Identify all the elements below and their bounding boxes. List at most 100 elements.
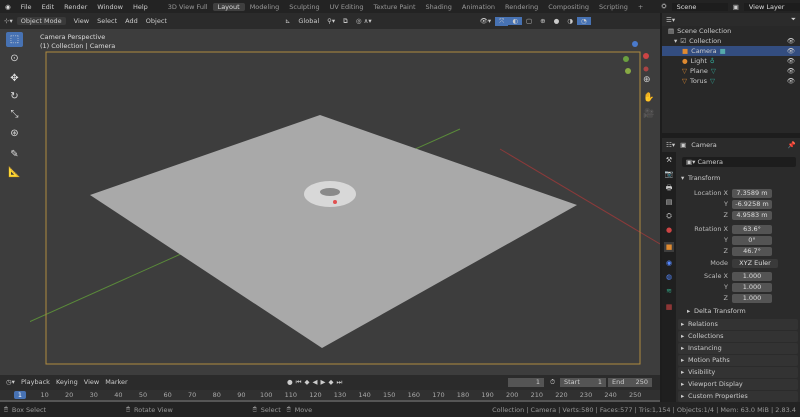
physics-tab-icon[interactable]: ◉ [664,258,674,268]
scene-field[interactable]: Scene [671,2,728,11]
current-frame-field[interactable]: 1 [508,378,544,387]
visibility-icon[interactable]: 👁▾ [476,17,496,25]
expand-icon[interactable]: ▾ [674,37,677,45]
keying-menu[interactable]: Keying [56,378,78,386]
prev-key-button[interactable]: ◆ [305,378,310,387]
pan-hand-icon[interactable]: ✋ [643,93,654,103]
scene-tab-icon[interactable]: ⛭ [664,211,674,221]
pin-icon[interactable]: 📌 [788,141,796,149]
start-frame-field[interactable]: Start 1 [560,378,606,387]
scale-tool-icon[interactable]: ⤡ [6,107,23,122]
annotate-tool-icon[interactable]: ✎ [6,147,23,162]
motion-paths-panel[interactable]: Motion Paths [678,355,798,366]
shading-material-icon[interactable]: ◑ [563,17,577,25]
marker-menu[interactable]: Marker [105,378,127,386]
transform-tool-icon[interactable]: ⊛ [6,126,23,141]
view-menu[interactable]: View [84,378,99,386]
playback-menu[interactable]: Playback [21,378,50,386]
custom-properties-panel[interactable]: Custom Properties [678,391,798,402]
tab-scripting[interactable]: Scripting [594,3,633,11]
constraints-tab-icon[interactable]: ◍ [664,272,674,282]
3d-viewport[interactable]: Camera Perspective (1) Collection | Came… [30,29,660,375]
editor-type-icon[interactable]: ⊹▾ [0,17,17,25]
tab-shading[interactable]: Shading [421,3,457,11]
tab-modeling[interactable]: Modeling [245,3,285,11]
stopwatch-icon[interactable]: ⏱ [550,378,555,387]
outliner-item-torus[interactable]: ▽ Torus ▽ 👁 [662,76,800,86]
menu-file[interactable]: File [16,3,37,11]
jump-end-button[interactable]: ⏭ [337,378,343,387]
measure-tool-icon[interactable]: 📐 [6,165,23,180]
visibility-panel[interactable]: Visibility [678,367,798,378]
add-workspace-button[interactable]: + [633,3,648,11]
menu-render[interactable]: Render [59,3,92,11]
eye-icon[interactable]: 👁 [787,77,795,85]
menu-object[interactable]: Object [142,17,171,25]
orientation-dropdown[interactable]: Global [294,17,323,25]
rotation-z-field[interactable]: 46.7° [732,246,772,256]
rotation-y-field[interactable]: 0° [732,235,772,245]
tab-rendering[interactable]: Rendering [500,3,543,11]
instancing-panel[interactable]: Instancing [678,343,798,354]
rotation-mode-dropdown[interactable]: XYZ Euler [732,258,778,268]
editor-type-icon[interactable]: ◷▾ [6,378,15,386]
location-x-field[interactable]: 7.3589 m [732,188,772,198]
menu-window[interactable]: Window [92,3,128,11]
shading-rendered-icon[interactable]: ◔ [576,17,591,25]
eye-icon[interactable]: 👁 [787,37,795,45]
eye-icon[interactable]: 👁 [787,57,795,65]
object-data-tab-icon[interactable]: ≋ [664,286,674,296]
filter-icon[interactable]: ⏷ [791,15,796,24]
relations-panel[interactable]: Relations [678,319,798,330]
tab-texture-paint[interactable]: Texture Paint [369,3,421,11]
outliner-scene-collection[interactable]: ▤ Scene Collection [662,26,800,36]
camera-view-icon[interactable]: 🎥 [643,109,654,119]
tab-sculpting[interactable]: Sculpting [284,3,324,11]
tool-tab-icon[interactable]: ⚒ [664,155,674,165]
object-tab-icon[interactable]: ■ [664,242,674,252]
viewport-display-panel[interactable]: Viewport Display [678,379,798,390]
scale-y-field[interactable]: 1.000 [732,282,772,292]
scale-x-field[interactable]: 1.000 [732,271,772,281]
menu-select[interactable]: Select [93,17,121,25]
tab-animation[interactable]: Animation [457,3,500,11]
next-key-button[interactable]: ◆ [329,378,334,387]
view-layer-field[interactable]: View Layer [743,2,800,11]
xray-icon[interactable]: ▢ [522,17,536,25]
blender-logo-icon[interactable]: ◉ [0,3,16,11]
menu-help[interactable]: Help [128,3,153,11]
tab-uv-editing[interactable]: UV Editing [325,3,369,11]
tab-layout[interactable]: Layout [212,2,245,11]
tab-3d-view-full[interactable]: 3D View Full [163,3,213,11]
display-mode-icon[interactable]: ☰▾ [666,16,675,24]
menu-edit[interactable]: Edit [37,3,60,11]
overlay-toggle-icon[interactable]: ◐ [508,17,522,25]
rotation-x-field[interactable]: 63.6° [732,224,772,234]
outliner-item-light[interactable]: ● Light ♁ 👁 [662,56,800,66]
render-tab-icon[interactable]: 📷 [664,169,674,179]
rotate-tool-icon[interactable]: ↻ [6,89,23,104]
eye-icon[interactable]: 👁 [787,47,795,55]
texture-tab-icon[interactable]: ▦ [664,302,674,312]
proportional-icon[interactable]: ◎ ∧▾ [352,17,376,25]
menu-add[interactable]: Add [121,17,142,25]
eye-icon[interactable]: 👁 [787,67,795,75]
view-layer-tab-icon[interactable]: ▤ [664,197,674,207]
snap-icon[interactable]: ⧉ [339,17,352,26]
object-name-field[interactable]: ▣▾ Camera [682,157,796,167]
outliner-collection[interactable]: ▾ ☑ Collection 👁 [662,36,800,46]
tab-compositing[interactable]: Compositing [543,3,594,11]
checkbox-icon[interactable]: ☑ [680,37,686,45]
delta-transform-panel[interactable]: Delta Transform [684,306,798,317]
frame-ruler[interactable]: 1 10 20 30 40 50 60 70 80 90 100 110 120 130 140 150 160… [0,390,660,400]
output-tab-icon[interactable]: 🖶 [664,183,674,193]
location-z-field[interactable]: 4.9583 m [732,210,772,220]
scale-z-field[interactable]: 1.000 [732,293,772,303]
pivot-icon[interactable]: ⚲▾ [323,17,339,25]
play-button[interactable]: ▶ [321,378,326,387]
shading-wireframe-icon[interactable]: ⊕ [536,17,549,25]
location-y-field[interactable]: -6.9258 m [732,199,772,209]
select-box-tool-icon[interactable]: ⬚ [6,32,23,47]
shading-solid-icon[interactable]: ● [550,17,564,25]
gizmo-toggle-icon[interactable]: ⤧ [495,16,509,26]
